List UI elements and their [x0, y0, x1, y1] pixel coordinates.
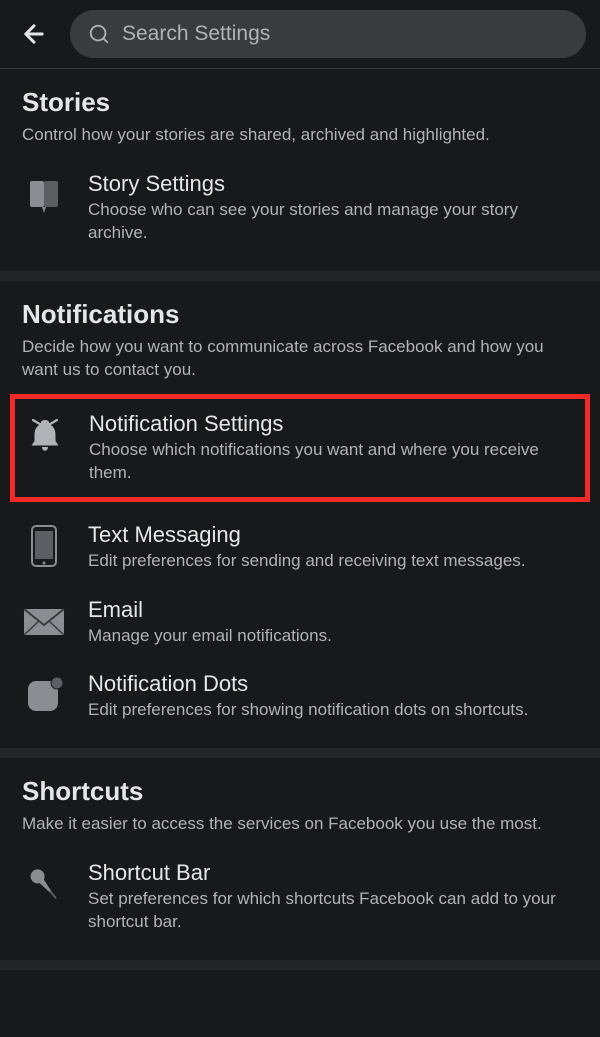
item-notification-dots[interactable]: Notification Dots Edit preferences for s… [22, 659, 578, 734]
item-desc: Manage your email notifications. [88, 625, 578, 648]
envelope-icon [22, 599, 66, 643]
item-text: Text Messaging Edit preferences for send… [88, 522, 578, 573]
bell-icon [23, 413, 67, 457]
back-button[interactable] [14, 14, 54, 54]
item-desc: Set preferences for which shortcuts Face… [88, 888, 578, 934]
item-text: Email Manage your email notifications. [88, 597, 578, 648]
arrow-left-icon [20, 20, 48, 48]
pin-icon [22, 862, 66, 906]
search-icon [88, 23, 110, 45]
phone-icon [22, 524, 66, 568]
section-desc-shortcuts: Make it easier to access the services on… [22, 813, 578, 836]
book-icon [22, 173, 66, 217]
section-shortcuts: Shortcuts Make it easier to access the s… [0, 758, 600, 970]
item-desc: Choose which notifications you want and … [89, 439, 577, 485]
item-desc: Edit preferences for showing notificatio… [88, 699, 578, 722]
search-placeholder: Search Settings [122, 22, 270, 46]
item-email[interactable]: Email Manage your email notifications. [22, 585, 578, 660]
item-text-messaging[interactable]: Text Messaging Edit preferences for send… [22, 510, 578, 585]
section-notifications: Notifications Decide how you want to com… [0, 281, 600, 759]
item-text: Notification Dots Edit preferences for s… [88, 671, 578, 722]
section-desc-notifications: Decide how you want to communicate acros… [22, 336, 578, 382]
section-stories: Stories Control how your stories are sha… [0, 69, 600, 281]
item-story-settings[interactable]: Story Settings Choose who can see your s… [22, 159, 578, 257]
section-title-stories: Stories [22, 87, 578, 118]
item-title: Notification Settings [89, 411, 577, 437]
section-desc-stories: Control how your stories are shared, arc… [22, 124, 578, 147]
item-desc: Choose who can see your stories and mana… [88, 199, 578, 245]
section-title-notifications: Notifications [22, 299, 578, 330]
item-shortcut-bar[interactable]: Shortcut Bar Set preferences for which s… [22, 848, 578, 946]
item-title: Email [88, 597, 578, 623]
item-text: Shortcut Bar Set preferences for which s… [88, 860, 578, 934]
item-desc: Edit preferences for sending and receivi… [88, 550, 578, 573]
header: Search Settings [0, 0, 600, 69]
item-text: Story Settings Choose who can see your s… [88, 171, 578, 245]
search-input[interactable]: Search Settings [70, 10, 586, 58]
app-dot-icon [22, 673, 66, 717]
item-notification-settings[interactable]: Notification Settings Choose which notif… [10, 394, 590, 502]
item-title: Notification Dots [88, 671, 578, 697]
item-title: Shortcut Bar [88, 860, 578, 886]
item-text: Notification Settings Choose which notif… [89, 411, 577, 485]
item-title: Story Settings [88, 171, 578, 197]
section-title-shortcuts: Shortcuts [22, 776, 578, 807]
item-title: Text Messaging [88, 522, 578, 548]
